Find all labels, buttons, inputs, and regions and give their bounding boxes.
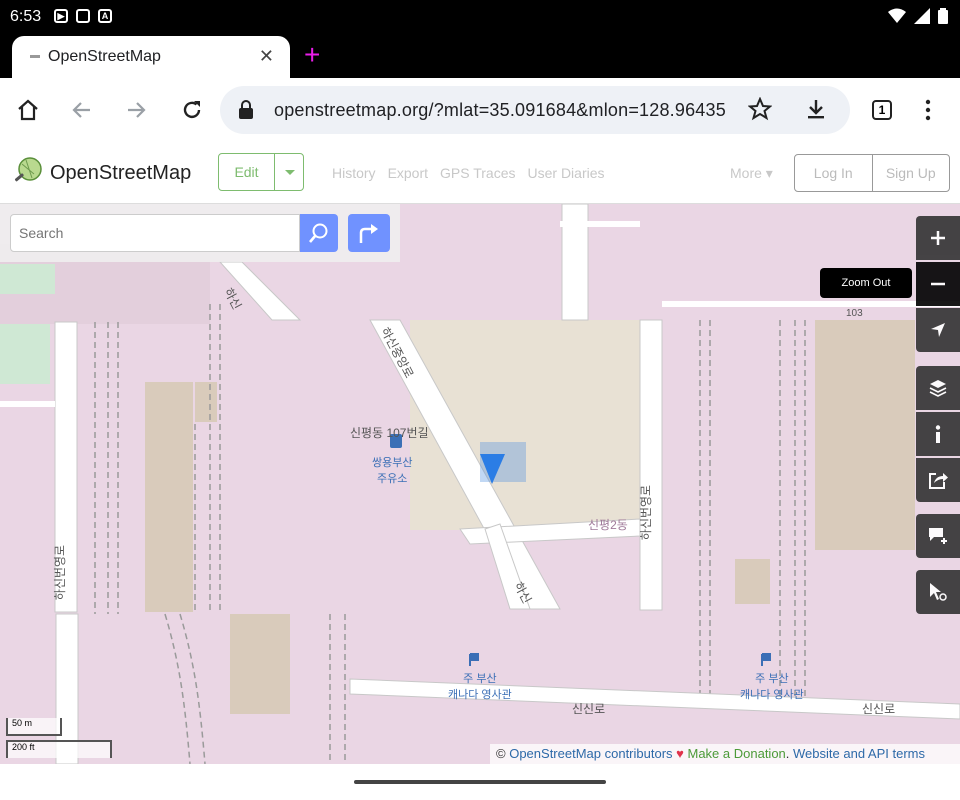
search-icon bbox=[309, 223, 328, 243]
road-label: 신신로 bbox=[572, 702, 606, 716]
search-button[interactable] bbox=[300, 214, 338, 252]
address-bar[interactable]: openstreetmap.org/?mlat=35.091684&mlon=1… bbox=[220, 86, 850, 134]
browser-toolbar: openstreetmap.org/?mlat=35.091684&mlon=1… bbox=[0, 78, 960, 142]
back-icon[interactable] bbox=[66, 94, 98, 126]
star-icon[interactable] bbox=[748, 97, 772, 121]
donation-link[interactable]: Make a Donation bbox=[688, 746, 786, 761]
add-note-button[interactable] bbox=[916, 514, 960, 558]
heart-icon: ♥ bbox=[676, 746, 684, 761]
system-nav-bar bbox=[0, 764, 960, 800]
nav-user-diaries[interactable]: User Diaries bbox=[528, 165, 605, 181]
nav-gps-traces[interactable]: GPS Traces bbox=[440, 165, 515, 181]
close-icon[interactable]: ✕ bbox=[259, 46, 274, 67]
sim-icon bbox=[76, 9, 90, 23]
url-text[interactable]: openstreetmap.org/?mlat=35.091684&mlon=1… bbox=[274, 100, 726, 121]
edit-button[interactable]: Edit bbox=[219, 154, 275, 190]
search-input[interactable] bbox=[11, 215, 281, 251]
search-box bbox=[10, 214, 300, 252]
map-attribution: © OpenStreetMap contributors ♥ Make a Do… bbox=[490, 744, 960, 764]
poi-sub: 캐나다 영사관 bbox=[448, 689, 512, 701]
layers-button[interactable] bbox=[916, 366, 960, 410]
signup-button[interactable]: Sign Up bbox=[871, 155, 950, 191]
share-button[interactable] bbox=[916, 458, 960, 502]
home-gesture-handle[interactable] bbox=[354, 780, 606, 784]
road-label: 신신로 bbox=[862, 702, 896, 716]
forward-icon[interactable] bbox=[120, 94, 152, 126]
a-icon: A bbox=[98, 9, 112, 23]
plus-icon bbox=[931, 231, 945, 245]
poi-name: 쌍용부산 bbox=[372, 457, 413, 469]
contributors-link[interactable]: OpenStreetMap contributors bbox=[509, 746, 672, 761]
poi-name: 주 부산 bbox=[755, 673, 789, 685]
status-bar: 6:53 ▶ A bbox=[0, 0, 960, 34]
osm-brand[interactable]: OpenStreetMap bbox=[50, 162, 191, 185]
osm-header: OpenStreetMap Edit History Export GPS Tr… bbox=[0, 142, 960, 204]
fuel-station-poi[interactable]: 쌍용부산 주유소 bbox=[372, 454, 412, 486]
lock-icon[interactable] bbox=[238, 100, 254, 120]
wifi-icon bbox=[888, 8, 906, 23]
poi-sub: 주유소 bbox=[377, 473, 408, 485]
note-add-icon bbox=[929, 528, 947, 544]
nav-export[interactable]: Export bbox=[388, 165, 428, 181]
battery-icon bbox=[938, 8, 948, 24]
edit-button-group: Edit bbox=[218, 153, 304, 191]
download-icon[interactable] bbox=[804, 97, 828, 121]
home-icon[interactable] bbox=[12, 94, 44, 126]
poi-sub: 캐나다 영사관 bbox=[740, 689, 804, 701]
zoom-out-button[interactable] bbox=[916, 262, 960, 306]
road-label: 하신번영로 bbox=[639, 484, 654, 541]
tab-count-button[interactable]: 1 bbox=[872, 100, 892, 120]
play-icon: ▶ bbox=[54, 9, 68, 23]
map-key-button[interactable] bbox=[916, 412, 960, 456]
road-label: 하신번영로 bbox=[53, 544, 68, 601]
consulate-poi[interactable]: 주 부산 캐나다 영사관 bbox=[448, 670, 512, 702]
browser-tab[interactable]: OpenStreetMap ✕ bbox=[12, 36, 290, 78]
zoom-in-button[interactable] bbox=[916, 216, 960, 260]
tab-strip: OpenStreetMap ✕ + bbox=[0, 34, 960, 78]
share-icon bbox=[929, 473, 948, 489]
reload-icon[interactable] bbox=[176, 94, 208, 126]
map-canvas[interactable]: 하신중앙로 하신 하신번영로 하신번영로 신신로 신신로 신평2동 신평동 10… bbox=[0, 204, 960, 764]
address-label: 신평2동 bbox=[588, 518, 628, 532]
directions-button[interactable] bbox=[348, 214, 390, 252]
zoom-tooltip: Zoom Out bbox=[820, 268, 912, 298]
number-label: 103 bbox=[846, 308, 863, 319]
poi-name: 주 부산 bbox=[463, 673, 497, 685]
osm-logo-icon[interactable] bbox=[12, 156, 44, 188]
more-label: More bbox=[730, 165, 762, 181]
osm-nav-links: History Export GPS Traces User Diaries bbox=[332, 165, 605, 181]
consulate-poi[interactable]: 주 부산 캐나다 영사관 bbox=[740, 670, 804, 702]
search-panel bbox=[0, 204, 400, 262]
locate-button[interactable] bbox=[916, 308, 960, 352]
query-features-button[interactable] bbox=[916, 570, 960, 614]
directions-icon bbox=[359, 224, 378, 243]
terms-link[interactable]: Website and API terms bbox=[793, 746, 925, 761]
cursor-query-icon bbox=[930, 583, 947, 601]
favicon-icon bbox=[30, 55, 40, 58]
info-icon bbox=[935, 425, 941, 443]
location-arrow-icon bbox=[931, 323, 945, 337]
minus-icon bbox=[931, 282, 945, 286]
copyright-symbol: © bbox=[496, 746, 506, 761]
map-scale: 50 m 200 ft bbox=[6, 718, 112, 760]
street-label: 신평동 107번길 bbox=[350, 426, 429, 440]
login-button[interactable]: Log In bbox=[795, 155, 872, 191]
chevron-down-icon[interactable] bbox=[285, 170, 295, 175]
nav-history[interactable]: History bbox=[332, 165, 376, 181]
plus-icon[interactable]: + bbox=[304, 40, 320, 70]
more-menu[interactable]: More ▾ bbox=[730, 165, 773, 182]
status-time: 6:53 bbox=[10, 8, 42, 25]
auth-buttons: Log In Sign Up bbox=[794, 154, 950, 192]
tab-title: OpenStreetMap bbox=[48, 48, 161, 65]
signal-icon bbox=[914, 8, 930, 24]
layers-icon bbox=[929, 380, 947, 397]
scale-imperial: 200 ft bbox=[6, 740, 112, 758]
menu-icon[interactable] bbox=[918, 98, 938, 122]
scale-metric: 50 m bbox=[6, 718, 62, 736]
